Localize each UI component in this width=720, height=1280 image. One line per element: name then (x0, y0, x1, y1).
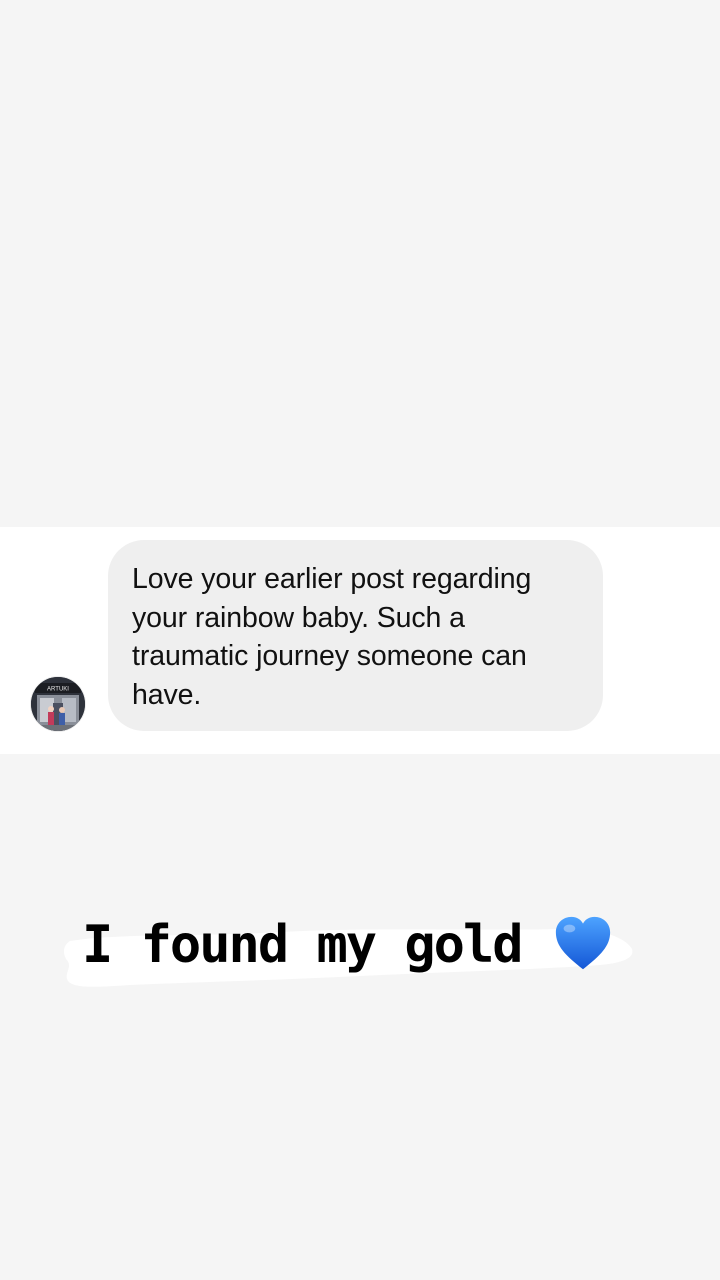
caption-sticker: I found my gold (60, 905, 640, 995)
storefront-photo-icon: ARTUKI (31, 677, 85, 731)
received-message-bubble[interactable]: Love your earlier post regarding your ra… (108, 540, 603, 731)
avatar-store-sign: ARTUKI (47, 687, 69, 693)
caption-text: I found my gold (82, 915, 524, 975)
blue-heart-icon (555, 916, 611, 970)
story-canvas: ARTUKI Love your earlier post regarding … (0, 0, 720, 1280)
sender-avatar[interactable]: ARTUKI (31, 677, 85, 731)
message-text: Love your earlier post regarding your ra… (132, 563, 532, 711)
